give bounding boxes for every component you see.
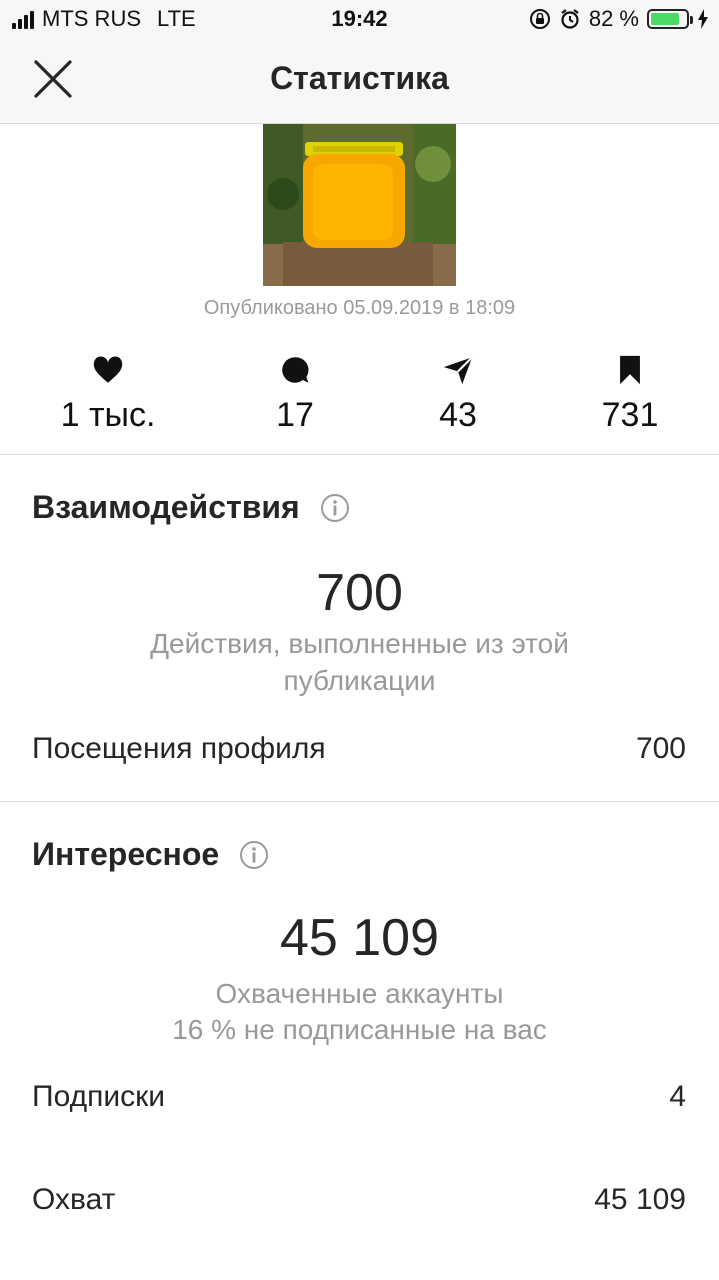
carrier-label: MTS RUS — [42, 6, 141, 31]
discovery-title: Интересное — [32, 836, 269, 873]
divider — [0, 801, 719, 802]
network-label: LTE — [157, 6, 196, 31]
stat-shares: 43 — [378, 352, 538, 435]
share-icon — [443, 356, 473, 385]
status-left: MTS RUS LTE — [12, 6, 196, 32]
discovery-title-text: Интересное — [32, 836, 220, 872]
stat-likes: 1 тыс. — [28, 352, 188, 435]
comments-count: 17 — [276, 396, 314, 434]
row-label: Охват — [32, 1183, 116, 1216]
divider — [0, 454, 719, 455]
battery-fill — [651, 13, 679, 25]
status-right: 82 % — [529, 6, 709, 32]
charging-icon — [698, 9, 708, 29]
interactions-title: Взаимодействия — [32, 489, 350, 526]
stat-comments: 17 — [215, 352, 375, 435]
info-icon[interactable] — [320, 493, 350, 523]
reach-row: Охват 45 109 — [32, 1183, 686, 1217]
shares-count: 43 — [439, 396, 477, 434]
discovery-value: 45 109 — [279, 909, 440, 967]
interactions-description: Действия, выполненные из этой публикации — [150, 628, 569, 696]
row-value: 4 — [669, 1080, 686, 1113]
battery-icon — [647, 9, 693, 29]
alarm-icon — [561, 9, 579, 29]
honey-jar-image — [263, 124, 456, 286]
interactions-title-text: Взаимодействия — [32, 489, 300, 525]
battery-percent: 82 % — [588, 6, 639, 31]
status-bar: MTS RUS LTE 19:42 82 % — [0, 0, 719, 40]
comment-icon — [282, 357, 309, 383]
profile-visits-row: Посещения профиля 700 — [32, 732, 686, 766]
discovery-description: Охваченные аккаунты — [215, 978, 504, 1009]
page-title: Статистика — [270, 60, 449, 96]
info-icon[interactable] — [239, 840, 269, 870]
discovery-note: 16 % не подписанные на вас — [172, 1014, 547, 1045]
saves-count: 731 — [601, 396, 659, 434]
row-value: 700 — [635, 732, 686, 765]
published-date: Опубликовано 05.09.2019 в 18:09 — [203, 297, 516, 319]
signal-icon — [12, 9, 34, 29]
heart-icon — [93, 356, 123, 383]
nav-bar: Статистика — [0, 40, 719, 124]
interactions-value: 700 — [316, 564, 403, 622]
row-label: Подписки — [32, 1080, 165, 1113]
likes-count: 1 тыс. — [60, 396, 156, 434]
rotation-lock-icon — [529, 9, 550, 29]
row-value: 45 109 — [594, 1183, 686, 1216]
follows-row: Подписки 4 — [32, 1080, 686, 1114]
post-thumbnail[interactable] — [263, 124, 456, 286]
row-label: Посещения профиля — [32, 732, 326, 765]
stat-saves: 731 — [550, 352, 710, 435]
bookmark-icon — [620, 355, 640, 385]
